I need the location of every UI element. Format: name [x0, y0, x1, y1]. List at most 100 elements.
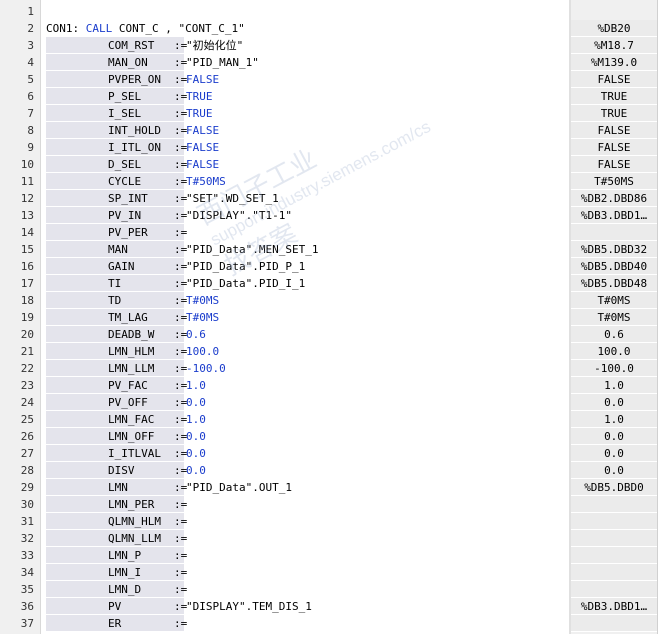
- value-cell-bg: [571, 547, 657, 564]
- monitor-value: T#50MS: [594, 175, 634, 188]
- parameter-argument[interactable]: "初始化位": [186, 37, 243, 54]
- parameter-name: LMN_I: [108, 566, 142, 579]
- parameter-argument[interactable]: -100.0: [186, 360, 226, 377]
- line-number: 8: [27, 124, 34, 137]
- value-cell-bg: [571, 513, 657, 530]
- monitor-value: %DB5.DBD40: [580, 260, 648, 273]
- assign-operator: :=: [174, 617, 188, 630]
- parameter-argument[interactable]: 0.0: [186, 428, 206, 445]
- code-line: 4 MAN_ON:= "PID_MAN_1" %M139.0: [0, 54, 665, 71]
- line-number: 12: [20, 192, 34, 205]
- line-number: 18: [20, 294, 34, 307]
- parameter-argument[interactable]: 0.0: [186, 462, 206, 479]
- parameter-name: CYCLE: [108, 175, 142, 188]
- parameter-argument[interactable]: 0.0: [186, 445, 206, 462]
- parameter-argument[interactable]: "PID_Data".PID_P_1: [186, 258, 305, 275]
- parameter-name: GAIN: [108, 260, 135, 273]
- monitor-value: 100.0: [597, 345, 631, 358]
- monitor-value: 0.6: [604, 328, 624, 341]
- code-line-call: 2 CON1: CALL CONT_C , "CONT_C_1" %DB20: [0, 20, 665, 37]
- parameter-argument[interactable]: 0.0: [186, 394, 206, 411]
- parameter-name: COM_RST: [108, 39, 155, 52]
- monitor-value: FALSE: [597, 124, 631, 137]
- code-line: 35 LMN_D:=: [0, 581, 665, 598]
- line-number: 33: [20, 549, 34, 562]
- line-number: 10: [20, 158, 34, 171]
- monitor-value: FALSE: [597, 158, 631, 171]
- parameter-argument[interactable]: 100.0: [186, 343, 219, 360]
- monitor-value: -100.0: [594, 362, 634, 375]
- parameter-argument[interactable]: FALSE: [186, 71, 219, 88]
- code-line: 23 PV_FAC:= 1.0 1.0: [0, 377, 665, 394]
- line-number: 13: [20, 209, 34, 222]
- code-line: 32 QLMN_LLM:=: [0, 530, 665, 547]
- line-number: 11: [20, 175, 34, 188]
- line-number: 25: [20, 413, 34, 426]
- parameter-argument[interactable]: "DISPLAY".TEM_DIS_1: [186, 598, 312, 615]
- line-number: 24: [20, 396, 34, 409]
- monitor-value: %M18.7: [594, 39, 634, 52]
- code-line: 10 D_SEL:= FALSE FALSE: [0, 156, 665, 173]
- code-line: 24 PV_OFF:= 0.0 0.0: [0, 394, 665, 411]
- parameter-argument[interactable]: T#0MS: [186, 292, 219, 309]
- code-line: 26 LMN_OFF:= 0.0 0.0: [0, 428, 665, 445]
- parameter-argument[interactable]: TRUE: [186, 105, 213, 122]
- parameter-name: PV_OFF: [108, 396, 148, 409]
- line-number: 22: [20, 362, 34, 375]
- code-line: 36 PV:= "DISPLAY".TEM_DIS_1 %DB3.DBD1…: [0, 598, 665, 615]
- parameter-argument[interactable]: "PID_Data".PID_I_1: [186, 275, 305, 292]
- parameter-name: LMN_PER: [108, 498, 155, 511]
- call-label: CON1:: [46, 22, 80, 35]
- parameter-name: TI: [108, 277, 122, 290]
- parameter-name: LMN_FAC: [108, 413, 155, 426]
- line-number: 5: [27, 73, 34, 86]
- parameter-argument[interactable]: FALSE: [186, 156, 219, 173]
- parameter-argument[interactable]: 0.6: [186, 326, 206, 343]
- parameter-name: PV_PER: [108, 226, 148, 239]
- line-number: 1: [27, 5, 34, 18]
- monitor-value: %DB3.DBD1…: [580, 600, 648, 613]
- parameter-argument[interactable]: 1.0: [186, 377, 206, 394]
- parameter-argument[interactable]: "PID_MAN_1": [186, 54, 259, 71]
- code-line: 7 I_SEL:= TRUE TRUE: [0, 105, 665, 122]
- parameter-name: LMN_D: [108, 583, 142, 596]
- code-line: 17 TI:= "PID_Data".PID_I_1 %DB5.DBD48: [0, 275, 665, 292]
- value-cell-bg: [571, 496, 657, 513]
- code-line: 25 LMN_FAC:= 1.0 1.0: [0, 411, 665, 428]
- line-number: 37: [20, 617, 34, 630]
- assign-operator: :=: [174, 549, 188, 562]
- monitor-value: %DB5.DBD0: [584, 481, 644, 494]
- monitor-value: TRUE: [600, 90, 628, 103]
- code-line: 29 LMN:= "PID_Data".OUT_1 %DB5.DBD0: [0, 479, 665, 496]
- parameter-argument[interactable]: T#0MS: [186, 309, 219, 326]
- parameter-argument[interactable]: "PID_Data".MEN_SET_1: [186, 241, 318, 258]
- parameter-argument[interactable]: "PID_Data".OUT_1: [186, 479, 292, 496]
- code-line: 33 LMN_P:=: [0, 547, 665, 564]
- line-number: 35: [20, 583, 34, 596]
- line-number: 36: [20, 600, 34, 613]
- code-line: 28 DISV:= 0.0 0.0: [0, 462, 665, 479]
- line-number: 2: [27, 22, 34, 35]
- parameter-argument[interactable]: T#50MS: [186, 173, 226, 190]
- parameter-argument[interactable]: TRUE: [186, 88, 213, 105]
- code-line: 16 GAIN:= "PID_Data".PID_P_1 %DB5.DBD40: [0, 258, 665, 275]
- value-cell-bg: [571, 564, 657, 581]
- code-line: 8 INT_HOLD:= FALSE FALSE: [0, 122, 665, 139]
- parameter-name: PV_FAC: [108, 379, 148, 392]
- code-line: 15 MAN:= "PID_Data".MEN_SET_1 %DB5.DBD32: [0, 241, 665, 258]
- monitor-value: FALSE: [597, 141, 631, 154]
- line-number: 6: [27, 90, 34, 103]
- parameter-name: D_SEL: [108, 158, 142, 171]
- code-line: 20 DEADB_W:= 0.6 0.6: [0, 326, 665, 343]
- parameter-name: SP_INT: [108, 192, 148, 205]
- call-statement[interactable]: CON1: CALL CONT_C , "CONT_C_1": [46, 20, 245, 37]
- value-cell-bg: [571, 530, 657, 547]
- parameter-argument[interactable]: "SET".WD_SET_1: [186, 190, 279, 207]
- parameter-argument[interactable]: FALSE: [186, 122, 219, 139]
- line-number: 21: [20, 345, 34, 358]
- monitor-value: %DB2.DBD86: [580, 192, 648, 205]
- parameter-argument[interactable]: "DISPLAY"."T1-1": [186, 207, 292, 224]
- line-number: 16: [20, 260, 34, 273]
- parameter-argument[interactable]: 1.0: [186, 411, 206, 428]
- parameter-argument[interactable]: FALSE: [186, 139, 219, 156]
